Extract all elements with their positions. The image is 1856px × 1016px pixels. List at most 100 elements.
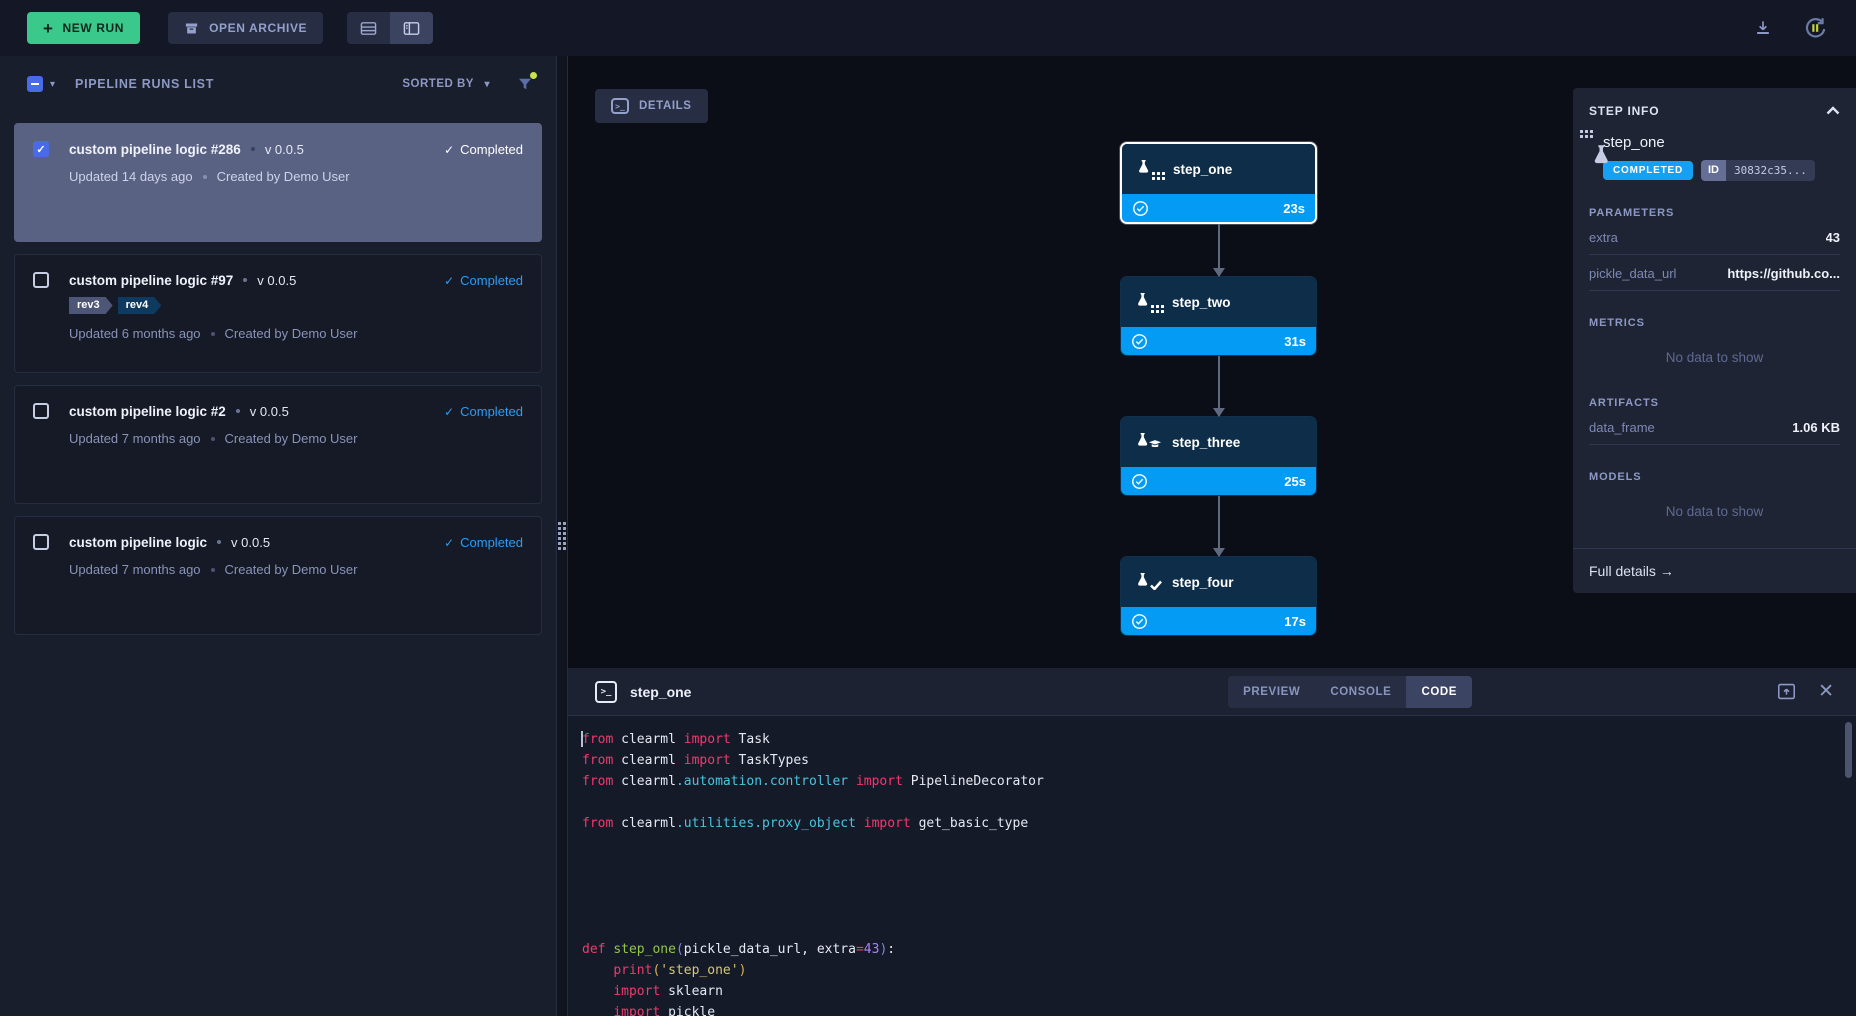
expand-panel-button[interactable] bbox=[1777, 683, 1796, 700]
code-line: import pickle bbox=[582, 1002, 1856, 1016]
select-all-checkbox[interactable] bbox=[27, 76, 43, 92]
node-header: step_two bbox=[1121, 277, 1316, 327]
code-token: .utilities.proxy_object bbox=[676, 816, 856, 831]
archive-icon bbox=[184, 21, 199, 36]
code-line bbox=[582, 918, 1856, 939]
run-meta: Updated 6 months ago Created by Demo User bbox=[69, 326, 523, 341]
download-button[interactable] bbox=[1746, 11, 1780, 45]
pipeline-node[interactable]: step_one23s bbox=[1120, 142, 1317, 224]
tab-preview[interactable]: PREVIEW bbox=[1228, 676, 1315, 708]
new-run-label: NEW RUN bbox=[63, 21, 125, 35]
run-updated: Updated 6 months ago bbox=[69, 326, 201, 341]
open-archive-label: OPEN ARCHIVE bbox=[209, 21, 307, 35]
dot-separator bbox=[211, 437, 215, 441]
run-meta: Updated 7 months agoCreated by Demo User bbox=[69, 431, 523, 446]
run-card[interactable]: ✓custom pipeline logic #286v 0.0.5✓Compl… bbox=[14, 123, 542, 242]
full-details-link[interactable]: Full details → bbox=[1573, 548, 1856, 593]
pipeline-node[interactable]: step_two31s bbox=[1120, 276, 1317, 356]
code-token bbox=[856, 816, 864, 831]
run-version: v 0.0.5 bbox=[257, 273, 296, 288]
dot-separator bbox=[251, 147, 255, 151]
pipeline-node[interactable]: step_four17s bbox=[1120, 556, 1317, 636]
id-chip[interactable]: ID 30832c35... bbox=[1701, 160, 1815, 181]
run-updated: Updated 7 months ago bbox=[69, 431, 201, 446]
code-token: clearml bbox=[613, 732, 683, 747]
content-area: >_ DETAILS step_one23sstep_two31sstep_th… bbox=[568, 56, 1856, 1016]
tag-chip[interactable]: rev4 bbox=[118, 297, 162, 314]
run-status-text: Completed bbox=[460, 535, 523, 550]
check-icon: ✓ bbox=[444, 143, 454, 157]
sorted-by-dropdown[interactable]: SORTED BY ▾ bbox=[402, 78, 490, 90]
view-toggle-group bbox=[347, 12, 433, 44]
code-token: pickle bbox=[660, 1005, 715, 1016]
run-creator: Created by Demo User bbox=[225, 326, 358, 341]
open-archive-button[interactable]: OPEN ARCHIVE bbox=[168, 12, 323, 44]
details-button[interactable]: >_ DETAILS bbox=[595, 89, 708, 123]
node-label: step_three bbox=[1172, 435, 1240, 450]
tab-code[interactable]: CODE bbox=[1406, 676, 1472, 708]
splitter-grip-handle[interactable] bbox=[558, 522, 566, 550]
code-line: from clearml.utilities.proxy_object impo… bbox=[582, 813, 1856, 834]
node-duration: 25s bbox=[1284, 474, 1306, 489]
code-token: from bbox=[582, 774, 613, 789]
run-title-row: custom pipeline logicv 0.0.5✓Completed bbox=[33, 534, 523, 550]
detail-tabs: PREVIEWCONSOLECODE bbox=[1228, 676, 1472, 708]
run-card[interactable]: custom pipeline logic #97v 0.0.5✓Complet… bbox=[14, 254, 542, 373]
filter-button[interactable] bbox=[516, 75, 534, 93]
completed-check-icon bbox=[1131, 473, 1148, 490]
select-all-caret-icon[interactable]: ▾ bbox=[50, 79, 55, 90]
auto-refresh-button[interactable] bbox=[1798, 11, 1832, 45]
step-info-header: STEP INFO bbox=[1573, 88, 1856, 130]
step-detail-title: step_one bbox=[630, 684, 691, 700]
models-empty-text: No data to show bbox=[1589, 483, 1840, 525]
terminal-icon: >_ bbox=[595, 681, 617, 703]
step-detail-panel: >_ step_one PREVIEWCONSOLECODE ✕ from cl… bbox=[568, 668, 1856, 1016]
kv-value: 1.06 KB bbox=[1792, 420, 1840, 435]
node-status-bar: 17s bbox=[1121, 607, 1316, 635]
code-token: from bbox=[582, 732, 613, 747]
code-token: import bbox=[684, 732, 731, 747]
detail-actions: ✕ bbox=[1777, 680, 1834, 703]
new-run-button[interactable]: + NEW RUN bbox=[27, 12, 140, 44]
run-status: ✓Completed bbox=[444, 404, 523, 419]
split-view-button[interactable] bbox=[390, 12, 433, 44]
dag-arrow bbox=[1218, 356, 1220, 416]
node-header: step_three bbox=[1121, 417, 1316, 467]
run-checkbox[interactable] bbox=[33, 272, 49, 288]
tag-chip[interactable]: rev3 bbox=[69, 297, 113, 314]
code-token: pickle_data_url, extra bbox=[684, 942, 856, 957]
dot-separator bbox=[236, 409, 240, 413]
run-checkbox[interactable] bbox=[33, 534, 49, 550]
run-card[interactable]: custom pipeline logicv 0.0.5✓CompletedUp… bbox=[14, 516, 542, 635]
run-checkbox[interactable]: ✓ bbox=[33, 141, 49, 157]
flask-check-icon bbox=[1134, 569, 1160, 595]
code-token: from bbox=[582, 816, 613, 831]
node-header: step_one bbox=[1122, 144, 1315, 194]
table-view-button[interactable] bbox=[347, 12, 390, 44]
artifacts-rows: data_frame1.06 KB bbox=[1589, 409, 1840, 445]
code-token: .automation.controller bbox=[676, 774, 848, 789]
clearml-pipeline-app: + NEW RUN OPEN ARCHIVE bbox=[0, 0, 1856, 1016]
code-scrollbar-thumb[interactable] bbox=[1845, 722, 1852, 778]
pipeline-node[interactable]: step_three 25s bbox=[1120, 416, 1317, 496]
tab-console[interactable]: CONSOLE bbox=[1315, 676, 1406, 708]
pipeline-canvas: >_ DETAILS step_one23s step_two31s step_th… bbox=[568, 56, 1856, 668]
collapse-chevron-up-icon[interactable] bbox=[1826, 102, 1840, 120]
text-cursor bbox=[581, 731, 583, 747]
runs-list: ✓custom pipeline logic #286v 0.0.5✓Compl… bbox=[0, 112, 556, 1016]
code-token: TaskTypes bbox=[731, 753, 809, 768]
id-label: ID bbox=[1701, 160, 1726, 181]
run-checkbox[interactable] bbox=[33, 403, 49, 419]
close-panel-button[interactable]: ✕ bbox=[1818, 680, 1834, 703]
code-token: import bbox=[613, 984, 660, 999]
code-line: print('step_one') bbox=[582, 960, 1856, 981]
id-value: 30832c35... bbox=[1726, 160, 1815, 181]
dots-glyph bbox=[1152, 172, 1165, 180]
dag-arrow bbox=[1218, 224, 1220, 276]
run-card[interactable]: custom pipeline logic #2v 0.0.5✓Complete… bbox=[14, 385, 542, 504]
code-token: step_one bbox=[613, 942, 676, 957]
code-line: from clearml.automation.controller impor… bbox=[582, 771, 1856, 792]
node-status-bar: 23s bbox=[1122, 194, 1315, 222]
run-name: custom pipeline logic #97 bbox=[69, 273, 233, 288]
table-view-icon bbox=[360, 21, 377, 36]
